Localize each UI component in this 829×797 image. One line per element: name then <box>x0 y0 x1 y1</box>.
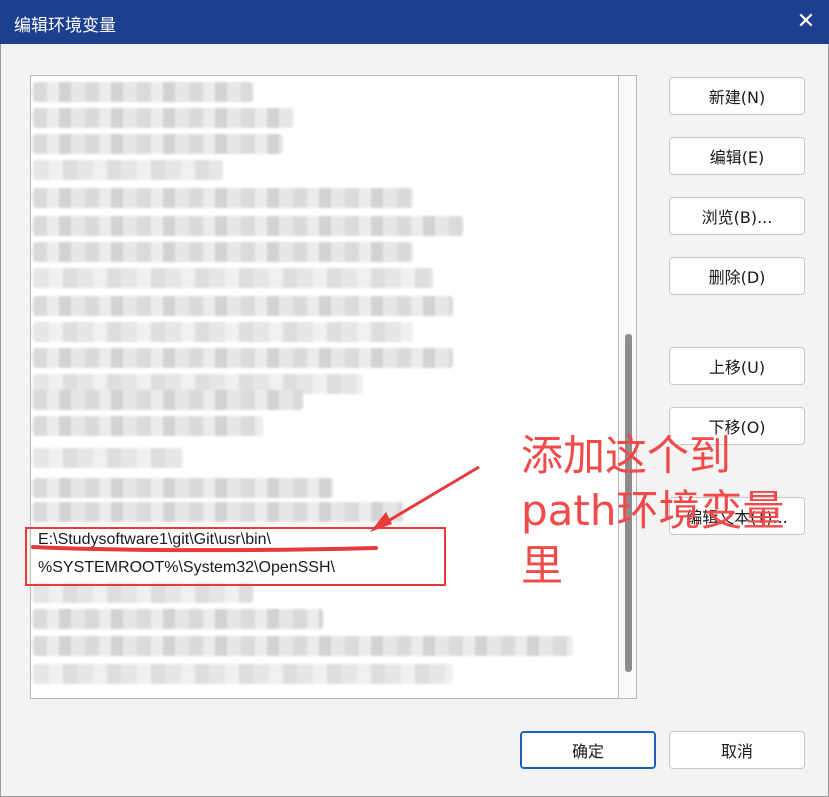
annotation-text: 添加这个到path环境变量里 <box>521 431 785 590</box>
redacted-entry[interactable] <box>33 82 253 102</box>
ok-button[interactable]: 确定 <box>520 731 656 769</box>
redacted-entry[interactable] <box>33 242 413 262</box>
redacted-entry[interactable] <box>33 609 323 629</box>
redacted-entry[interactable] <box>33 268 433 288</box>
close-icon[interactable]: ✕ <box>783 0 829 44</box>
redacted-entry[interactable] <box>33 636 573 656</box>
redacted-entry[interactable] <box>33 448 183 468</box>
redacted-entry[interactable] <box>33 296 453 316</box>
edit-button[interactable]: 编辑(E) <box>669 137 805 175</box>
highlight-box <box>25 527 446 586</box>
redacted-entry[interactable] <box>33 664 453 684</box>
redacted-entry[interactable] <box>33 416 263 436</box>
window-title: 编辑环境变量 <box>14 16 116 36</box>
redacted-entry[interactable] <box>33 583 253 603</box>
browse-button[interactable]: 浏览(B)... <box>669 197 805 235</box>
delete-button[interactable]: 删除(D) <box>669 257 805 295</box>
vertical-scrollbar[interactable] <box>619 75 637 699</box>
redacted-entry[interactable] <box>33 108 293 128</box>
redacted-entry[interactable] <box>33 188 413 208</box>
move-up-button[interactable]: 上移(U) <box>669 347 805 385</box>
cancel-button[interactable]: 取消 <box>669 731 805 769</box>
new-button[interactable]: 新建(N) <box>669 77 805 115</box>
redacted-entry[interactable] <box>33 478 333 498</box>
redacted-entry[interactable] <box>33 160 223 180</box>
path-listbox[interactable] <box>30 75 619 699</box>
redacted-entry[interactable] <box>33 134 283 154</box>
redacted-entry[interactable] <box>33 216 463 236</box>
title-bar: 编辑环境变量 ✕ <box>0 0 829 44</box>
redacted-entry[interactable] <box>33 502 403 522</box>
redacted-entry[interactable] <box>33 322 413 342</box>
redacted-entry[interactable] <box>33 390 303 410</box>
redacted-entry[interactable] <box>33 348 453 368</box>
